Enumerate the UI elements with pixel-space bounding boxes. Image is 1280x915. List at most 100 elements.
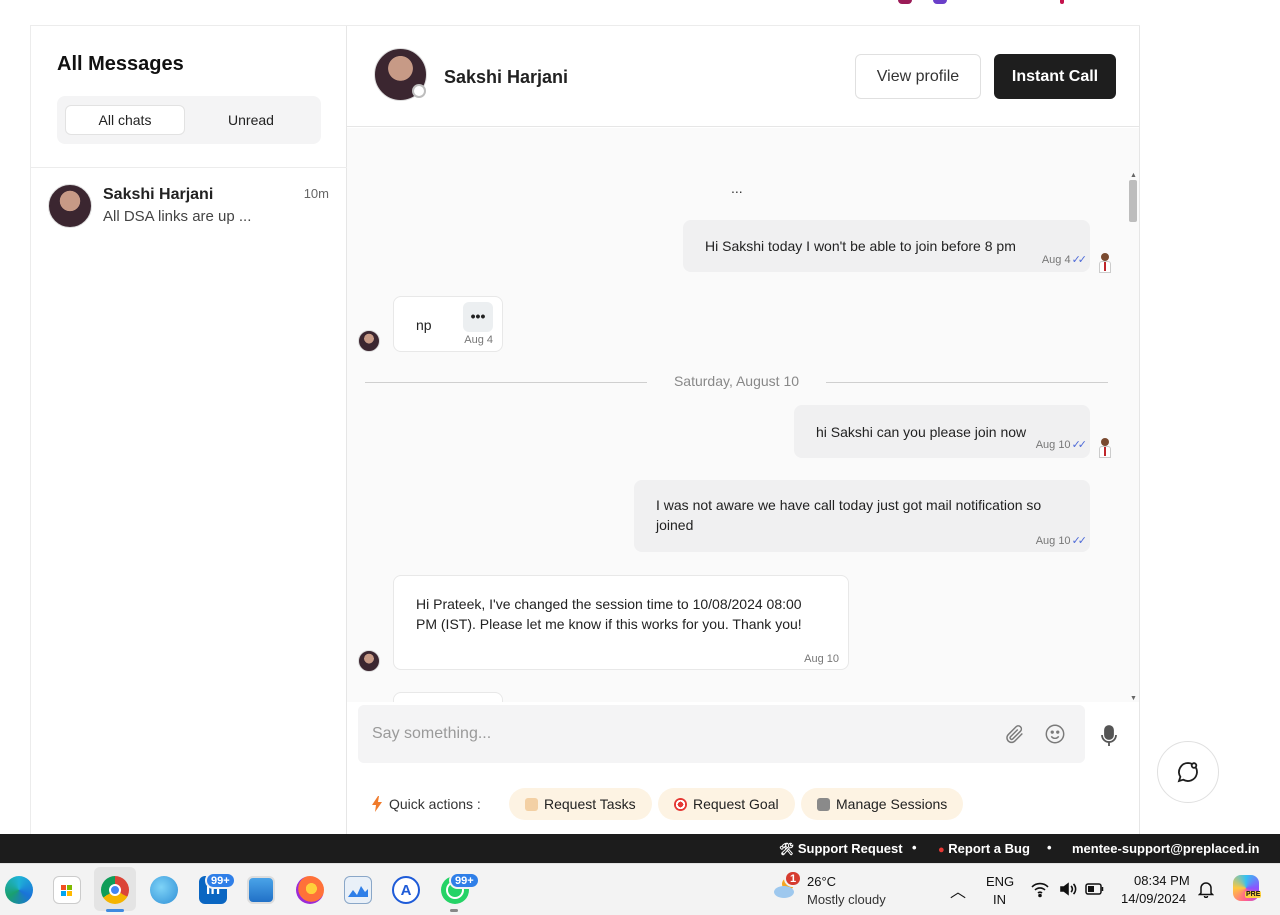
weather-desc[interactable]: Mostly cloudy xyxy=(807,892,886,907)
notification-badge: 99+ xyxy=(449,872,480,889)
divider xyxy=(826,382,1108,383)
instant-call-button[interactable]: Instant Call xyxy=(994,54,1116,99)
message-text: hi Sakshi can you please join now xyxy=(816,424,1027,440)
date-label: Saturday, August 10 xyxy=(673,373,800,389)
taskbar: in 99+ A 99+ 1 26°C Mostly cloudy ︿ ENG … xyxy=(0,863,1280,915)
support-bar: 🛠 Support Request • ● Report a Bug • men… xyxy=(0,834,1280,863)
chat-panel: Sakshi Harjani View profile Instant Call… xyxy=(347,26,1140,834)
conversation-time: 10m xyxy=(303,186,329,201)
brand-decoration xyxy=(933,0,947,4)
request-goal-chip[interactable]: Request Goal xyxy=(658,788,795,820)
store-icon[interactable] xyxy=(53,876,81,904)
chat-header: Sakshi Harjani View profile Instant Call xyxy=(347,26,1139,127)
date-separator: Saturday, August 10 xyxy=(365,372,1108,392)
chat-filter-tabs: All chats Unread xyxy=(57,96,321,144)
screen: All Messages All chats Unread Sakshi Har… xyxy=(0,0,1280,915)
scrollbar[interactable]: ▲ ▼ xyxy=(1127,172,1139,702)
clock-time[interactable]: 08:34 PM xyxy=(1134,873,1190,888)
manage-sessions-chip[interactable]: Manage Sessions xyxy=(801,788,964,820)
scroll-thumb[interactable] xyxy=(1129,180,1137,222)
conversation-preview: All DSA links are up ... xyxy=(103,208,252,225)
read-receipt-icon: ✓✓ xyxy=(1071,535,1088,547)
loading-indicator: ... xyxy=(731,180,743,196)
resource-monitor-icon[interactable] xyxy=(344,876,372,904)
panel-title: All Messages xyxy=(57,53,184,75)
wifi-icon[interactable] xyxy=(1030,880,1050,898)
message-text: np xyxy=(416,317,432,333)
edge-icon[interactable] xyxy=(5,876,33,904)
read-receipt-icon: ✓✓ xyxy=(1071,254,1088,266)
divider xyxy=(31,167,347,168)
paint-icon[interactable] xyxy=(150,876,178,904)
support-request-label: Support Request xyxy=(797,841,903,856)
message-time: Aug 4 xyxy=(464,334,493,346)
running-indicator xyxy=(450,909,458,912)
person-at-desk-icon xyxy=(817,797,830,811)
emoji-icon[interactable] xyxy=(1044,723,1066,745)
bug-icon: ● xyxy=(938,844,945,856)
support-email-link[interactable]: mentee-support@preplaced.in xyxy=(1072,841,1259,856)
remote-desktop-icon[interactable] xyxy=(247,876,275,904)
request-tasks-chip[interactable]: Request Tasks xyxy=(509,788,652,820)
clock-date[interactable]: 14/09/2024 xyxy=(1121,891,1186,906)
scroll-up-icon[interactable]: ▲ xyxy=(1130,172,1137,179)
report-bug-link[interactable]: ● Report a Bug xyxy=(938,841,1030,856)
message-time: Aug 10 xyxy=(1035,535,1071,547)
notification-badge: 1 xyxy=(784,870,803,887)
tools-icon: 🛠 xyxy=(779,842,795,856)
message-outgoing: hi Sakshi can you please join now Aug 10… xyxy=(794,405,1090,458)
app-store-a-icon[interactable]: A xyxy=(392,876,420,904)
firefox-icon[interactable] xyxy=(296,876,324,904)
notification-badge: 99+ xyxy=(205,872,236,889)
message-incoming: np ••• Aug 4 xyxy=(393,296,503,352)
message-text: Hi Prateek, I've changed the session tim… xyxy=(416,596,802,632)
battery-icon[interactable] xyxy=(1085,882,1105,896)
more-options-button[interactable]: ••• xyxy=(463,302,493,332)
message-input[interactable] xyxy=(358,705,978,763)
attachment-icon[interactable] xyxy=(1004,723,1026,745)
message-meta: Aug 10✓✓ xyxy=(1035,534,1088,549)
language-region[interactable]: IN xyxy=(993,892,1006,907)
quick-actions: Quick actions : Request Tasks Request Go… xyxy=(358,788,1118,822)
conversation-name: Sakshi Harjani xyxy=(103,186,214,203)
copilot-badge: PRE xyxy=(1245,891,1262,898)
new-chat-button[interactable] xyxy=(1157,741,1219,803)
quick-actions-label: Quick actions : xyxy=(389,796,481,812)
microphone-icon[interactable] xyxy=(1099,724,1119,748)
copilot-icon[interactable]: PRE xyxy=(1233,875,1262,901)
message-meta: Aug 4✓✓ xyxy=(1042,253,1088,268)
top-strip xyxy=(30,0,1140,26)
language-code[interactable]: ENG xyxy=(986,874,1014,889)
weather-temp[interactable]: 26°C xyxy=(807,874,836,889)
avatar xyxy=(1096,252,1114,274)
chrome-icon[interactable] xyxy=(101,876,129,904)
avatar xyxy=(358,330,380,352)
chevron-up-icon[interactable]: ︿ xyxy=(950,878,966,902)
chat-bubble-icon xyxy=(1177,762,1198,783)
tab-unread[interactable]: Unread xyxy=(191,105,311,135)
avatar xyxy=(1096,437,1114,459)
volume-icon[interactable] xyxy=(1058,880,1078,898)
message-time: Aug 10 xyxy=(804,653,839,665)
message-meta: Aug 10✓✓ xyxy=(1036,438,1087,453)
separator: • xyxy=(912,840,917,855)
conversation-item[interactable]: Sakshi Harjani All DSA links are up ... … xyxy=(31,176,347,240)
message-incoming xyxy=(393,692,503,702)
chip-label: Request Tasks xyxy=(544,796,636,812)
status-indicator xyxy=(412,84,426,98)
lightning-icon xyxy=(372,796,382,812)
message-list[interactable]: ... Hi Sakshi today I won't be able to j… xyxy=(347,128,1139,702)
avatar xyxy=(48,184,92,228)
view-profile-button[interactable]: View profile xyxy=(855,54,981,99)
message-text: I was not aware we have call today just … xyxy=(656,497,1042,533)
report-bug-label: Report a Bug xyxy=(948,841,1030,856)
message-outgoing: I was not aware we have call today just … xyxy=(634,480,1090,552)
scroll-down-icon[interactable]: ▼ xyxy=(1130,695,1137,702)
brand-decoration xyxy=(1060,0,1064,4)
support-request-link[interactable]: 🛠 Support Request xyxy=(779,841,903,856)
target-icon xyxy=(674,797,687,811)
message-composer xyxy=(358,705,1085,763)
notification-bell-icon[interactable] xyxy=(1197,880,1215,899)
tab-all-chats[interactable]: All chats xyxy=(65,105,185,135)
avatar xyxy=(358,650,380,672)
